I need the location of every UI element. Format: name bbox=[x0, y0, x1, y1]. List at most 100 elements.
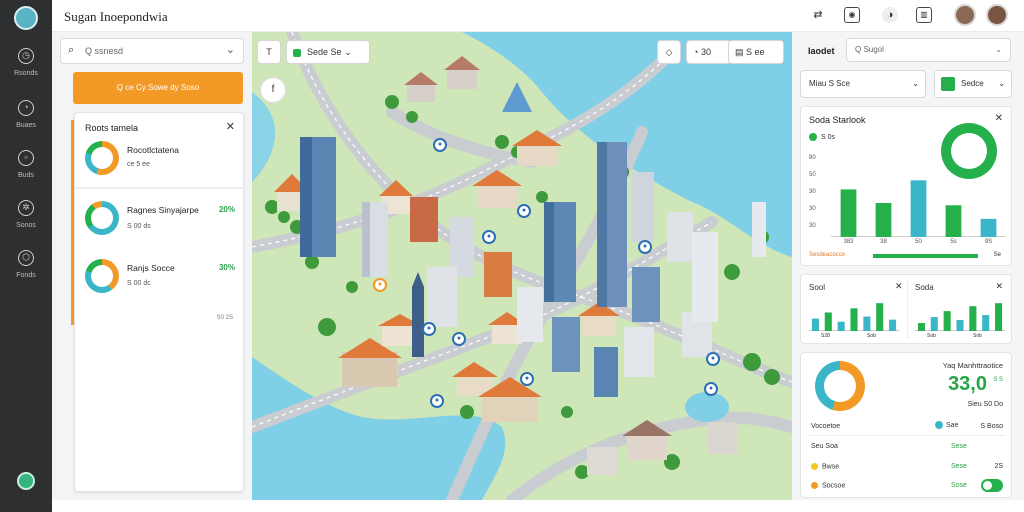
summary-card: Yaq Manhttraotice 33,0 S S Sieu S0 Do Vo… bbox=[800, 352, 1012, 498]
map-layer-select[interactable]: Sede Se ⌄ bbox=[286, 40, 370, 64]
category-select-label: Sedce bbox=[961, 79, 984, 88]
list-item-title[interactable]: Ragnes Sinyajarpe bbox=[127, 205, 199, 215]
map-marker[interactable]: ● bbox=[704, 382, 718, 396]
rail-item-label: Sonos bbox=[16, 222, 36, 229]
category-select[interactable]: Sedce ⌄ bbox=[934, 70, 1012, 98]
grid-icon[interactable]: ▥ bbox=[916, 7, 932, 23]
map-marker[interactable]: ● bbox=[452, 332, 466, 346]
row-tag: Sese bbox=[951, 443, 967, 450]
map-marker[interactable]: ● bbox=[482, 230, 496, 244]
avatar[interactable] bbox=[954, 4, 976, 26]
card-title: Soda Starlook bbox=[809, 115, 866, 125]
mini-charts-card: Sool ✕ S28 Sob Soda ✕ Sob Sob bbox=[800, 274, 1012, 344]
map-3d-label: 30 bbox=[700, 47, 711, 57]
legend: S 0s bbox=[809, 133, 835, 141]
primary-action-button[interactable]: Q ce Cy Sowe dy Soso bbox=[73, 72, 243, 104]
app-logo-icon[interactable] bbox=[14, 6, 38, 30]
camera-icon[interactable]: ◉ bbox=[844, 7, 860, 23]
help-icon[interactable] bbox=[17, 472, 35, 490]
close-icon[interactable]: ✕ bbox=[226, 120, 235, 133]
panel-label: Iaodet bbox=[808, 46, 835, 56]
left-rail: ◷ Rsonds ◔ Buaes ▫ Buds ✲ Sonos ⬡ Fonds bbox=[0, 0, 52, 512]
rail-item-1[interactable]: ◔ Buaes bbox=[0, 100, 52, 129]
map-marker[interactable]: ● bbox=[422, 322, 436, 336]
chevron-down-icon: ⌄ bbox=[995, 45, 1002, 54]
chevron-down-icon[interactable]: ⌄ bbox=[226, 43, 235, 56]
rail-item-4[interactable]: ⬡ Fonds bbox=[0, 250, 52, 279]
ring-chart-hole bbox=[951, 133, 987, 169]
status-dot bbox=[811, 463, 818, 470]
search-input[interactable]: Q Sugol ⌄ bbox=[846, 38, 1011, 62]
close-icon[interactable]: ✕ bbox=[895, 281, 903, 292]
sync-icon[interactable]: ⇄ bbox=[810, 7, 826, 23]
avatar-secondary[interactable] bbox=[986, 4, 1008, 26]
map-marker[interactable]: ● bbox=[638, 240, 652, 254]
filter-select[interactable]: Miau S Sce ⌄ bbox=[800, 70, 926, 98]
donut-chart-3 bbox=[85, 259, 119, 293]
gauge-icon: ◔ bbox=[18, 100, 34, 116]
pavilion bbox=[502, 82, 532, 112]
chart-bar bbox=[910, 180, 927, 237]
top-bar: Sugan Inoepondwia ⇄ ◉ ◑ ▥ bbox=[52, 0, 1024, 32]
row-tag: Sese bbox=[951, 463, 967, 470]
list-item-title[interactable]: Rocotlctatena bbox=[127, 145, 179, 155]
x-tick-label: 383 bbox=[843, 239, 854, 245]
legend-label: S 0s bbox=[821, 133, 836, 141]
map-marker-selected[interactable]: ● bbox=[373, 278, 387, 292]
map-marker[interactable]: ● bbox=[520, 372, 534, 386]
map-marker[interactable]: ● bbox=[430, 394, 444, 408]
toggle-switch[interactable] bbox=[981, 479, 1003, 492]
search-placeholder: Q ssnesd bbox=[85, 46, 124, 56]
close-icon[interactable]: ✕ bbox=[995, 113, 1003, 124]
map-marker[interactable]: ● bbox=[433, 138, 447, 152]
divider bbox=[809, 435, 1005, 436]
close-icon[interactable]: ✕ bbox=[995, 281, 1003, 292]
map-up-button[interactable]: T bbox=[257, 40, 281, 64]
map-3d-toggle[interactable]: ◔ 30 bbox=[686, 40, 732, 64]
list-item-percent: 30% bbox=[218, 263, 235, 272]
list-item-title[interactable]: Ranjs Socce bbox=[127, 263, 175, 273]
square-icon: ▫ bbox=[18, 150, 34, 166]
app-title: Sugan Inoepondwia bbox=[64, 9, 168, 24]
row-tag: Sae bbox=[935, 421, 958, 429]
chart-bar bbox=[850, 308, 858, 331]
summary-value: 33,0 bbox=[948, 373, 987, 395]
chart-bar bbox=[840, 189, 857, 237]
search-input[interactable]: ⌕ Q ssnesd ⌄ bbox=[60, 38, 244, 64]
chart-bar bbox=[889, 319, 897, 331]
map-marker[interactable]: ● bbox=[517, 204, 531, 218]
rail-item-label: Buds bbox=[18, 172, 34, 179]
rail-item-2[interactable]: ▫ Buds bbox=[0, 150, 52, 179]
chart-icon[interactable]: ◑ bbox=[882, 7, 898, 23]
river-water bbox=[252, 92, 276, 182]
mini-tick: Sob bbox=[927, 333, 936, 339]
map-layers-button[interactable]: ▤ S ee bbox=[728, 40, 784, 64]
chart-bar bbox=[837, 321, 845, 331]
row-label: Vocoetoe bbox=[811, 423, 841, 430]
rail-item-0[interactable]: ◷ Rsonds bbox=[0, 48, 52, 77]
chart-bar bbox=[945, 205, 962, 237]
summary-sub: Sieu S0 Do bbox=[967, 401, 1003, 408]
shield-icon: ⬡ bbox=[18, 250, 34, 266]
x-tick-label: 9S bbox=[984, 239, 993, 245]
list-item-sub: S 00 ds bbox=[127, 223, 151, 230]
mini-bar-chart-left bbox=[809, 303, 899, 331]
mini-bar-chart-right bbox=[915, 303, 1005, 331]
chevron-down-icon: ⌄ bbox=[998, 79, 1005, 88]
row-value: S Boso bbox=[980, 423, 1003, 430]
mini-chart-title: Sool bbox=[809, 283, 826, 292]
locate-icon[interactable]: ◇ bbox=[657, 40, 681, 64]
card-title: Roots tamela bbox=[85, 123, 139, 133]
chart-bar bbox=[982, 315, 990, 331]
mini-chart-title: Soda bbox=[915, 283, 934, 292]
divider bbox=[75, 187, 245, 189]
chart-bar bbox=[943, 311, 951, 331]
row-label: Bwse bbox=[811, 463, 839, 470]
map-marker[interactable]: ● bbox=[706, 352, 720, 366]
rail-item-3[interactable]: ✲ Sonos bbox=[0, 200, 52, 229]
compass-button[interactable]: f bbox=[260, 77, 286, 103]
city-map[interactable]: T Sede Se ⌄ ◇ ◔ 30 ▤ S ee f ● ● ● ● ● ● … bbox=[252, 32, 792, 500]
category-color-icon bbox=[941, 76, 955, 91]
tag-dot bbox=[935, 421, 943, 429]
card-footer: S0 2S bbox=[216, 315, 233, 321]
